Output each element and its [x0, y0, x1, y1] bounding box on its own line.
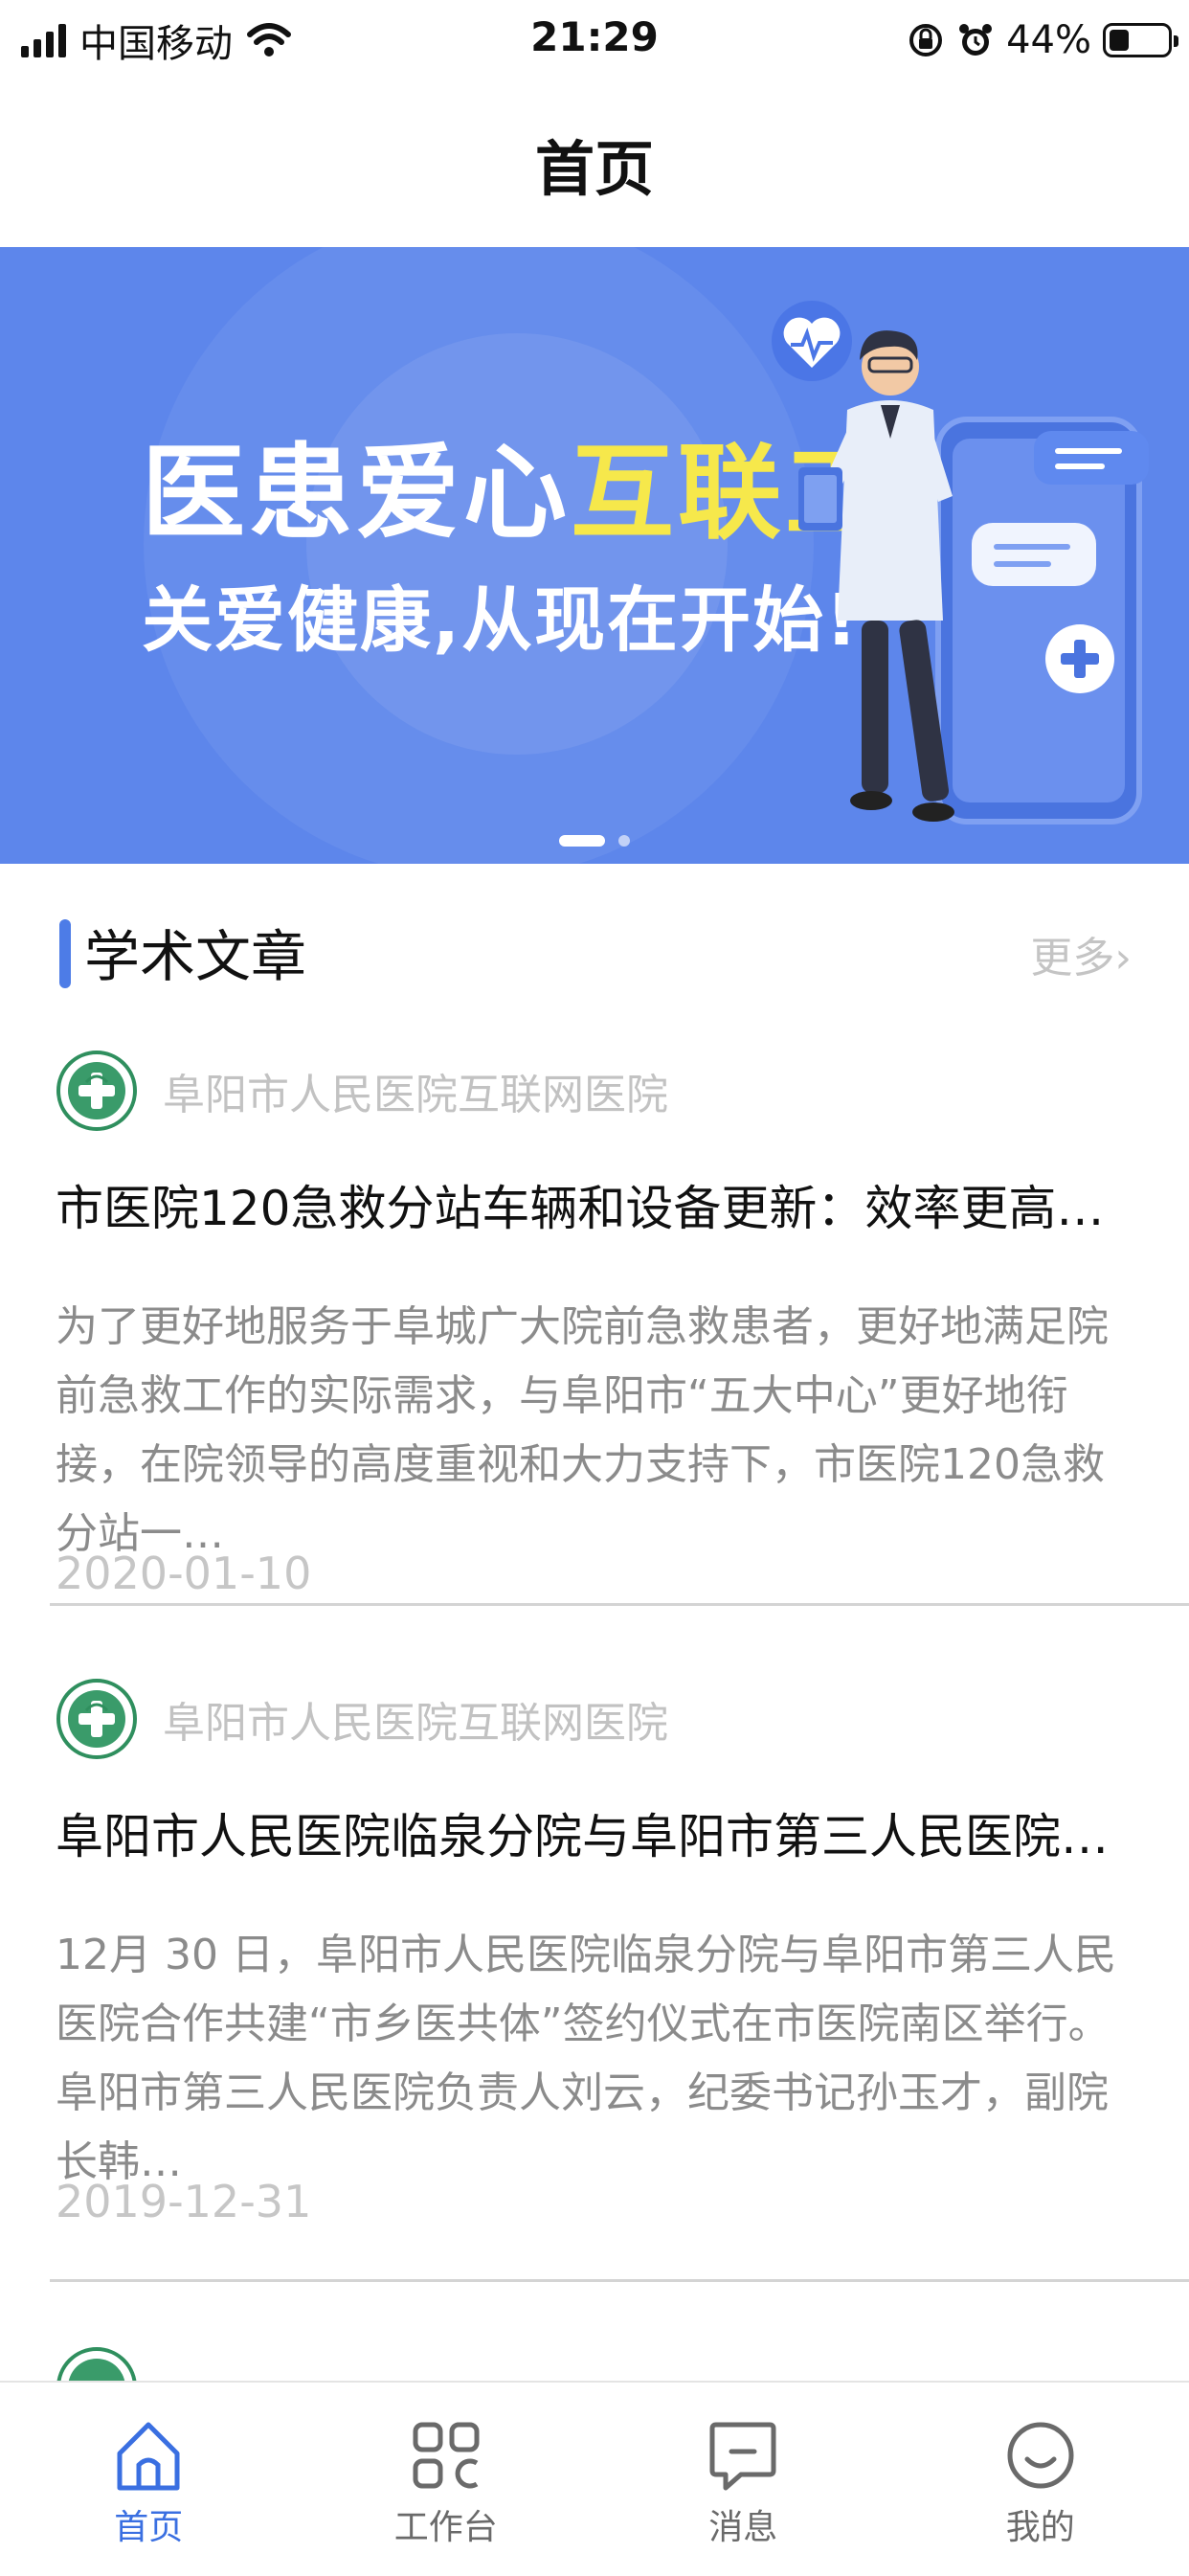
hospital-logo-icon — [56, 1678, 138, 1760]
chevron-right-icon[interactable]: › — [1114, 934, 1132, 983]
article-excerpt: 12月 30 日，阜阳市人民医院临泉分院与阜阳市第三人民医院合作共建“市乡医共体… — [56, 1921, 1137, 2197]
tab-label[interactable]: 消息 — [708, 2499, 777, 2549]
divider — [50, 1603, 1189, 1606]
status-bar: 中国移动 21:29 44% — [0, 0, 1189, 80]
carousel-dot-1[interactable] — [559, 835, 605, 847]
article-source: 阜阳市人民医院互联网医院 — [56, 1048, 668, 1134]
doctor-illustration — [747, 276, 1168, 860]
tab-label[interactable]: 我的 — [1006, 2499, 1075, 2549]
article-card[interactable]: 阜阳市人民医院互联网医院 阜阳市人民医院临泉分院与阜阳市第三人民医院… 12月 … — [0, 1676, 1189, 2231]
more-link[interactable]: 更多› — [1030, 923, 1132, 984]
status-right: 44% — [907, 13, 1172, 67]
source-name: 阜阳市人民医院互联网医院 — [163, 1060, 668, 1121]
grid-icon[interactable] — [406, 2415, 486, 2496]
rotation-lock-icon — [907, 21, 945, 59]
home-icon[interactable] — [108, 2415, 189, 2496]
tab-profile[interactable]: 我的 — [892, 2383, 1189, 2576]
article-source: 阜阳市人民医院互联网医院 — [56, 1676, 668, 1762]
tab-label[interactable]: 首页 — [114, 2499, 183, 2549]
article-date: 2020-01-10 — [56, 1548, 311, 1599]
carousel-dot-2[interactable] — [618, 835, 630, 847]
nav-bar: 首页 — [0, 80, 1189, 248]
article-date: 2019-12-31 — [56, 2176, 311, 2227]
divider — [50, 2279, 1189, 2282]
battery-percent: 44% — [1006, 18, 1091, 62]
article-title[interactable]: 阜阳市人民医院临泉分院与阜阳市第三人民医院… — [56, 1798, 1109, 1867]
tab-bar: 首页 工作台 消息 我的 — [0, 2381, 1189, 2576]
message-icon[interactable] — [703, 2415, 783, 2496]
tab-label[interactable]: 工作台 — [394, 2499, 498, 2549]
article-card[interactable]: 阜阳市人民医院互联网医院 市医院120急救分站车辆和设备更新：效率更高… 为了更… — [0, 1048, 1189, 1603]
hospital-logo-icon — [56, 1050, 138, 1132]
battery-icon — [1103, 23, 1172, 57]
tab-workbench[interactable]: 工作台 — [298, 2383, 595, 2576]
more-link-label[interactable]: 更多 — [1030, 934, 1114, 983]
tab-messages[interactable]: 消息 — [594, 2383, 892, 2576]
section-title: 学术文章 — [84, 912, 306, 992]
alarm-icon — [956, 21, 995, 59]
profile-icon[interactable] — [1000, 2415, 1081, 2496]
page-title: 首页 — [535, 121, 654, 207]
carousel-indicator[interactable] — [0, 835, 1189, 847]
article-excerpt: 为了更好地服务于阜城广大院前急救患者，更好地满足院前急救工作的实际需求，与阜阳市… — [56, 1293, 1137, 1569]
article-title[interactable]: 市医院120急救分站车辆和设备更新：效率更高… — [56, 1170, 1104, 1239]
section-accent-bar — [59, 919, 71, 988]
section-header: 学术文章 更多› — [0, 864, 1189, 1028]
banner-headline-white: 医患爱心 — [142, 434, 571, 554]
source-name: 阜阳市人民医院互联网医院 — [163, 1688, 668, 1750]
banner-carousel[interactable]: 医患爱心互联工具 关爱健康,从现在开始! — [0, 247, 1189, 864]
tab-home[interactable]: 首页 — [0, 2383, 298, 2576]
